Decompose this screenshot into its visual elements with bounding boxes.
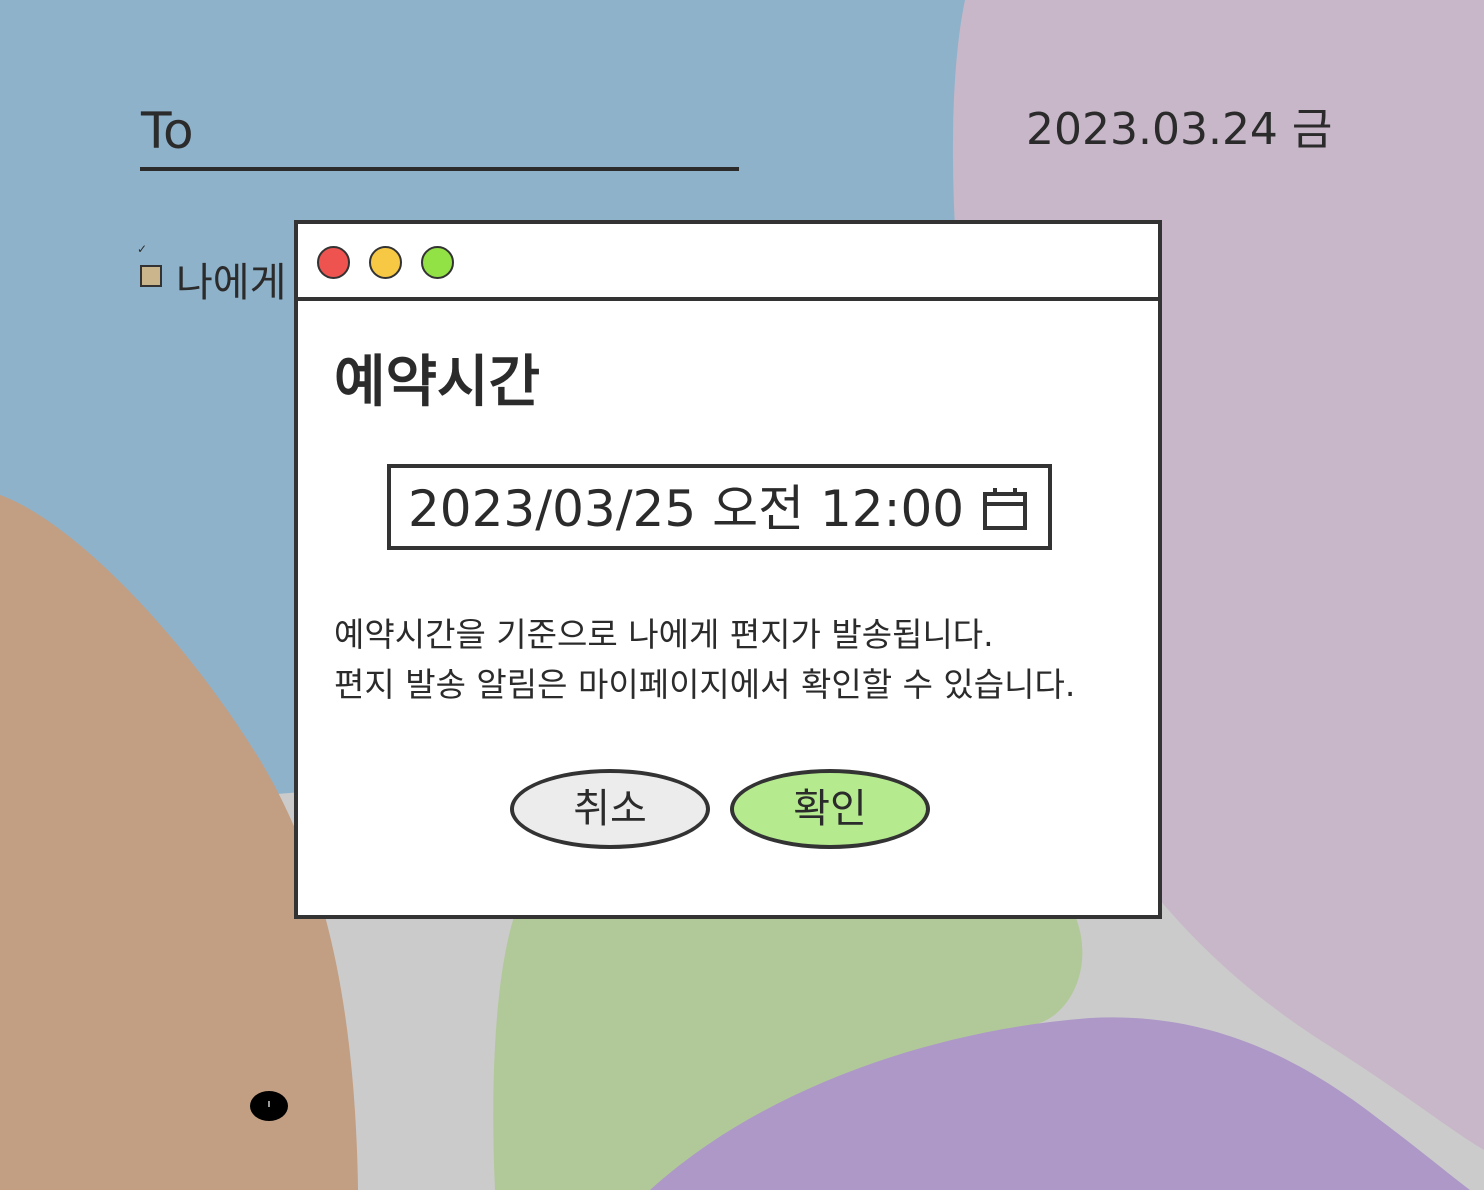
dialog-titlebar (298, 224, 1158, 301)
dialog-description: 예약시간을 기준으로 나에게 편지가 발송됩니다. 편지 발송 알림은 마이페이… (334, 610, 1075, 710)
check-mark-icon: ✓ (137, 242, 148, 256)
datetime-field[interactable]: 2023/03/25 오전 12:00 (387, 464, 1052, 550)
cancel-button[interactable]: 취소 (510, 769, 710, 849)
minimize-icon[interactable] (369, 246, 402, 279)
schedule-dialog: 예약시간 2023/03/25 오전 12:00 예약시간을 기준으로 나에게 … (294, 220, 1162, 919)
calendar-icon[interactable] (983, 486, 1027, 530)
send-to-self-label: 나에게 (176, 260, 287, 306)
recipient-label: To (141, 102, 194, 160)
confirm-button[interactable]: 확인 (730, 769, 930, 849)
close-icon[interactable] (317, 246, 350, 279)
recipient-underline (140, 167, 739, 171)
send-to-self-option[interactable]: ✓ 나에게 (134, 238, 309, 310)
letter-date: 2023.03.24 금 (1026, 104, 1333, 155)
maximize-icon[interactable] (421, 246, 454, 279)
datetime-value: 2023/03/25 오전 12:00 (408, 480, 965, 538)
description-line: 편지 발송 알림은 마이페이지에서 확인할 수 있습니다. (334, 665, 1076, 704)
description-line: 예약시간을 기준으로 나에게 편지가 발송됩니다. (334, 615, 994, 654)
dialog-title: 예약시간 (334, 350, 541, 415)
send-to-self-checkbox[interactable] (140, 265, 162, 287)
